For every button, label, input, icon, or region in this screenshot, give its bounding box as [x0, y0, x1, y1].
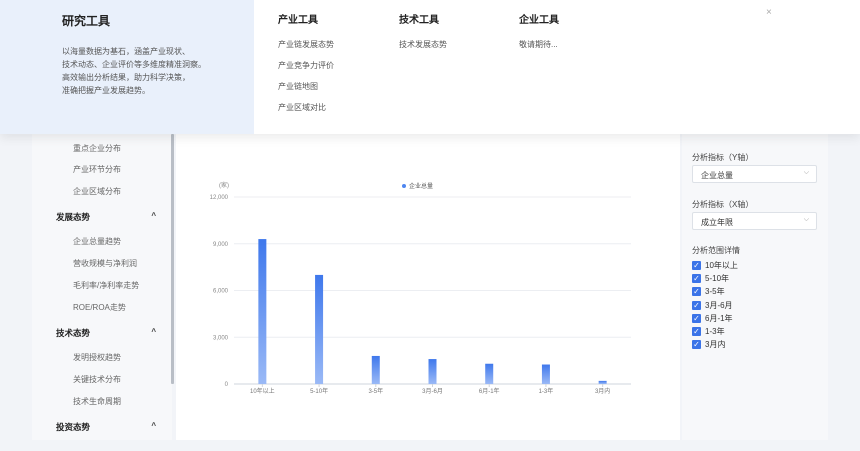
menu-item[interactable]: 产业区域对比 [278, 104, 334, 125]
chevron-down-icon: ⌵ [803, 216, 809, 223]
analysis-sidebar: 重点企业分布 产业环节分布 企业区域分布 发展态势 ^ 企业总量趋势 营收规模与… [32, 134, 174, 440]
chevron-down-icon: ⌵ [803, 169, 809, 176]
range-checkbox-label: 3月内 [705, 340, 726, 350]
menu-intro: 研究工具 以海量数据为基石，涵盖产业现状、 技术动态、企业评价等多维度精准洞察。… [0, 0, 254, 134]
menu-item[interactable]: 产业链发展态势 [278, 41, 334, 62]
analysis-config-panel: 分析指标（Y轴） 企业总量 ⌵ 分析指标（X轴） 成立年限 ⌵ 分析范围详情 ✓… [682, 134, 828, 440]
menu-column-header: 企业工具 [519, 15, 559, 26]
chart-panel: (家) 企业总量 0 3,000 6,000 9,000 12,000 10年以上 5-10… [176, 134, 680, 440]
bar[interactable] [315, 274, 324, 384]
chevron-up-icon: ^ [151, 421, 156, 430]
bar[interactable] [485, 363, 494, 384]
menu-desc-line: 高效输出分析结果，助力科学决策， [62, 73, 190, 82]
menu-column-header: 产业工具 [278, 15, 318, 26]
range-checkbox-label: 1-3年 [705, 327, 725, 336]
menu-desc-line: 以海量数据为基石，涵盖产业现状、 [62, 47, 190, 56]
range-checkbox[interactable]: ✓ 1-3年 [692, 326, 725, 337]
y-tick-label: 6,000 [213, 289, 229, 295]
range-checkbox[interactable]: ✓ 5-10年 [692, 273, 729, 284]
range-checkbox-label: 10年以上 [705, 261, 738, 270]
menu-item[interactable]: 产业链地图 [278, 83, 334, 104]
chevron-up-icon: ^ [151, 327, 156, 336]
checkbox-checked-icon: ✓ [692, 261, 701, 270]
menu-description: 以海量数据为基石，涵盖产业现状、 技术动态、企业评价等多维度精准洞察。 高效输出… [62, 45, 254, 97]
bar[interactable] [598, 380, 607, 384]
y-tick-label: 0 [225, 382, 229, 388]
x-tick-label: 6月-1年 [479, 387, 500, 395]
y-tick-label: 9,000 [213, 242, 229, 248]
x-axis-metric-label: 分析指标（X轴） [692, 200, 754, 209]
sidebar-item[interactable]: 企业区域分布 [73, 186, 121, 197]
checkbox-checked-icon: ✓ [692, 274, 701, 284]
range-checkbox[interactable]: ✓ 6月-1年 [692, 313, 733, 324]
checkbox-checked-icon: ✓ [692, 300, 701, 310]
sidebar-group-label: 发展态势 [56, 212, 91, 222]
range-checkbox-label: 3-5年 [705, 287, 725, 297]
menu-desc-line: 准确把握产业发展趋势。 [62, 86, 150, 95]
menu-column-tech: 技术工具 技术发展态势 [399, 11, 447, 62]
sidebar-item[interactable]: 关键技术分布 [73, 374, 121, 385]
y-tick-label: 12,000 [210, 195, 229, 201]
sidebar-item[interactable]: 重点企业分布 [73, 143, 121, 154]
range-checkbox[interactable]: ✓ 3月内 [692, 339, 725, 350]
range-checkbox[interactable]: ✓ 3月-6月 [692, 300, 733, 311]
menu-columns: 产业工具 产业链发展态势 产业竞争力评价 产业链地图 产业区域对比 技术工具 技… [254, 0, 860, 134]
sidebar-group-label: 技术态势 [56, 328, 91, 338]
sidebar-item[interactable]: 企业总量趋势 [73, 236, 121, 247]
close-icon[interactable]: × [766, 7, 772, 18]
y-axis-unit: (家) [219, 181, 229, 189]
bar[interactable] [258, 239, 267, 384]
sidebar-item[interactable]: ROE/ROA走势 [73, 302, 126, 313]
y-axis-metric-select[interactable]: 企业总量 ⌵ [692, 165, 817, 183]
chevron-up-icon: ^ [151, 211, 156, 220]
x-axis-metric-value: 成立年限 [701, 218, 733, 227]
checkbox-checked-icon: ✓ [692, 327, 701, 336]
x-tick-label: 5-10年 [310, 387, 328, 395]
menu-title: 研究工具 [62, 14, 111, 28]
menu-column-enterprise: 企业工具 敬请期待... [519, 11, 559, 62]
range-checkbox[interactable]: ✓ 10年以上 [692, 260, 738, 271]
bar-chart: (家) 企业总量 0 3,000 6,000 9,000 12,000 10年以上 5-10… [210, 181, 631, 395]
sidebar-group-development[interactable]: 发展态势 ^ [56, 211, 156, 223]
bar[interactable] [371, 355, 380, 384]
sidebar-group-investment[interactable]: 投资态势 ^ [56, 421, 156, 433]
y-axis-metric-value: 企业总量 [701, 171, 733, 180]
sidebar-item[interactable]: 产业环节分布 [73, 164, 121, 175]
checkbox-checked-icon: ✓ [692, 340, 701, 350]
range-checkbox-label: 3月-6月 [705, 300, 733, 310]
sidebar-item[interactable]: 毛利率/净利率走势 [73, 280, 139, 291]
y-axis-metric-label: 分析指标（Y轴） [692, 153, 754, 162]
range-detail-label: 分析范围详情 [692, 246, 740, 255]
menu-item[interactable]: 敬请期待... [519, 41, 559, 62]
sidebar-item[interactable]: 发明授权趋势 [73, 352, 121, 363]
sidebar-item[interactable]: 营收规模与净利润 [73, 258, 137, 269]
x-tick-label: 1-3年 [539, 387, 554, 395]
x-tick-label: 3月内 [595, 387, 610, 395]
range-checkbox-label: 6月-1年 [705, 313, 733, 323]
checkbox-checked-icon: ✓ [692, 287, 701, 297]
y-tick-label: 3,000 [213, 335, 229, 341]
sidebar-scrollbar[interactable] [171, 134, 174, 384]
checkbox-checked-icon: ✓ [692, 313, 701, 323]
tools-dropdown-menu: 研究工具 以海量数据为基石，涵盖产业现状、 技术动态、企业评价等多维度精准洞察。… [0, 0, 860, 134]
x-tick-label: 3月-6月 [422, 388, 443, 395]
x-tick-label: 10年以上 [250, 387, 275, 395]
range-checkbox[interactable]: ✓ 3-5年 [692, 286, 725, 297]
x-axis-metric-select[interactable]: 成立年限 ⌵ [692, 212, 817, 230]
legend-marker [402, 184, 406, 188]
menu-item[interactable]: 技术发展态势 [399, 41, 447, 62]
sidebar-group-technology[interactable]: 技术态势 ^ [56, 327, 156, 339]
menu-column-header: 技术工具 [399, 15, 439, 26]
x-tick-label: 3-5年 [368, 387, 383, 395]
menu-desc-line: 技术动态、企业评价等多维度精准洞察。 [62, 60, 206, 69]
sidebar-group-label: 投资态势 [56, 422, 91, 432]
sidebar-item[interactable]: 技术生命周期 [73, 396, 121, 407]
bar[interactable] [541, 364, 550, 384]
bar[interactable] [428, 359, 437, 384]
menu-column-industry: 产业工具 产业链发展态势 产业竞争力评价 产业链地图 产业区域对比 [278, 11, 334, 125]
legend-label[interactable]: 企业总量 [409, 182, 433, 190]
range-checkbox-label: 5-10年 [705, 274, 730, 284]
menu-item[interactable]: 产业竞争力评价 [278, 62, 334, 83]
